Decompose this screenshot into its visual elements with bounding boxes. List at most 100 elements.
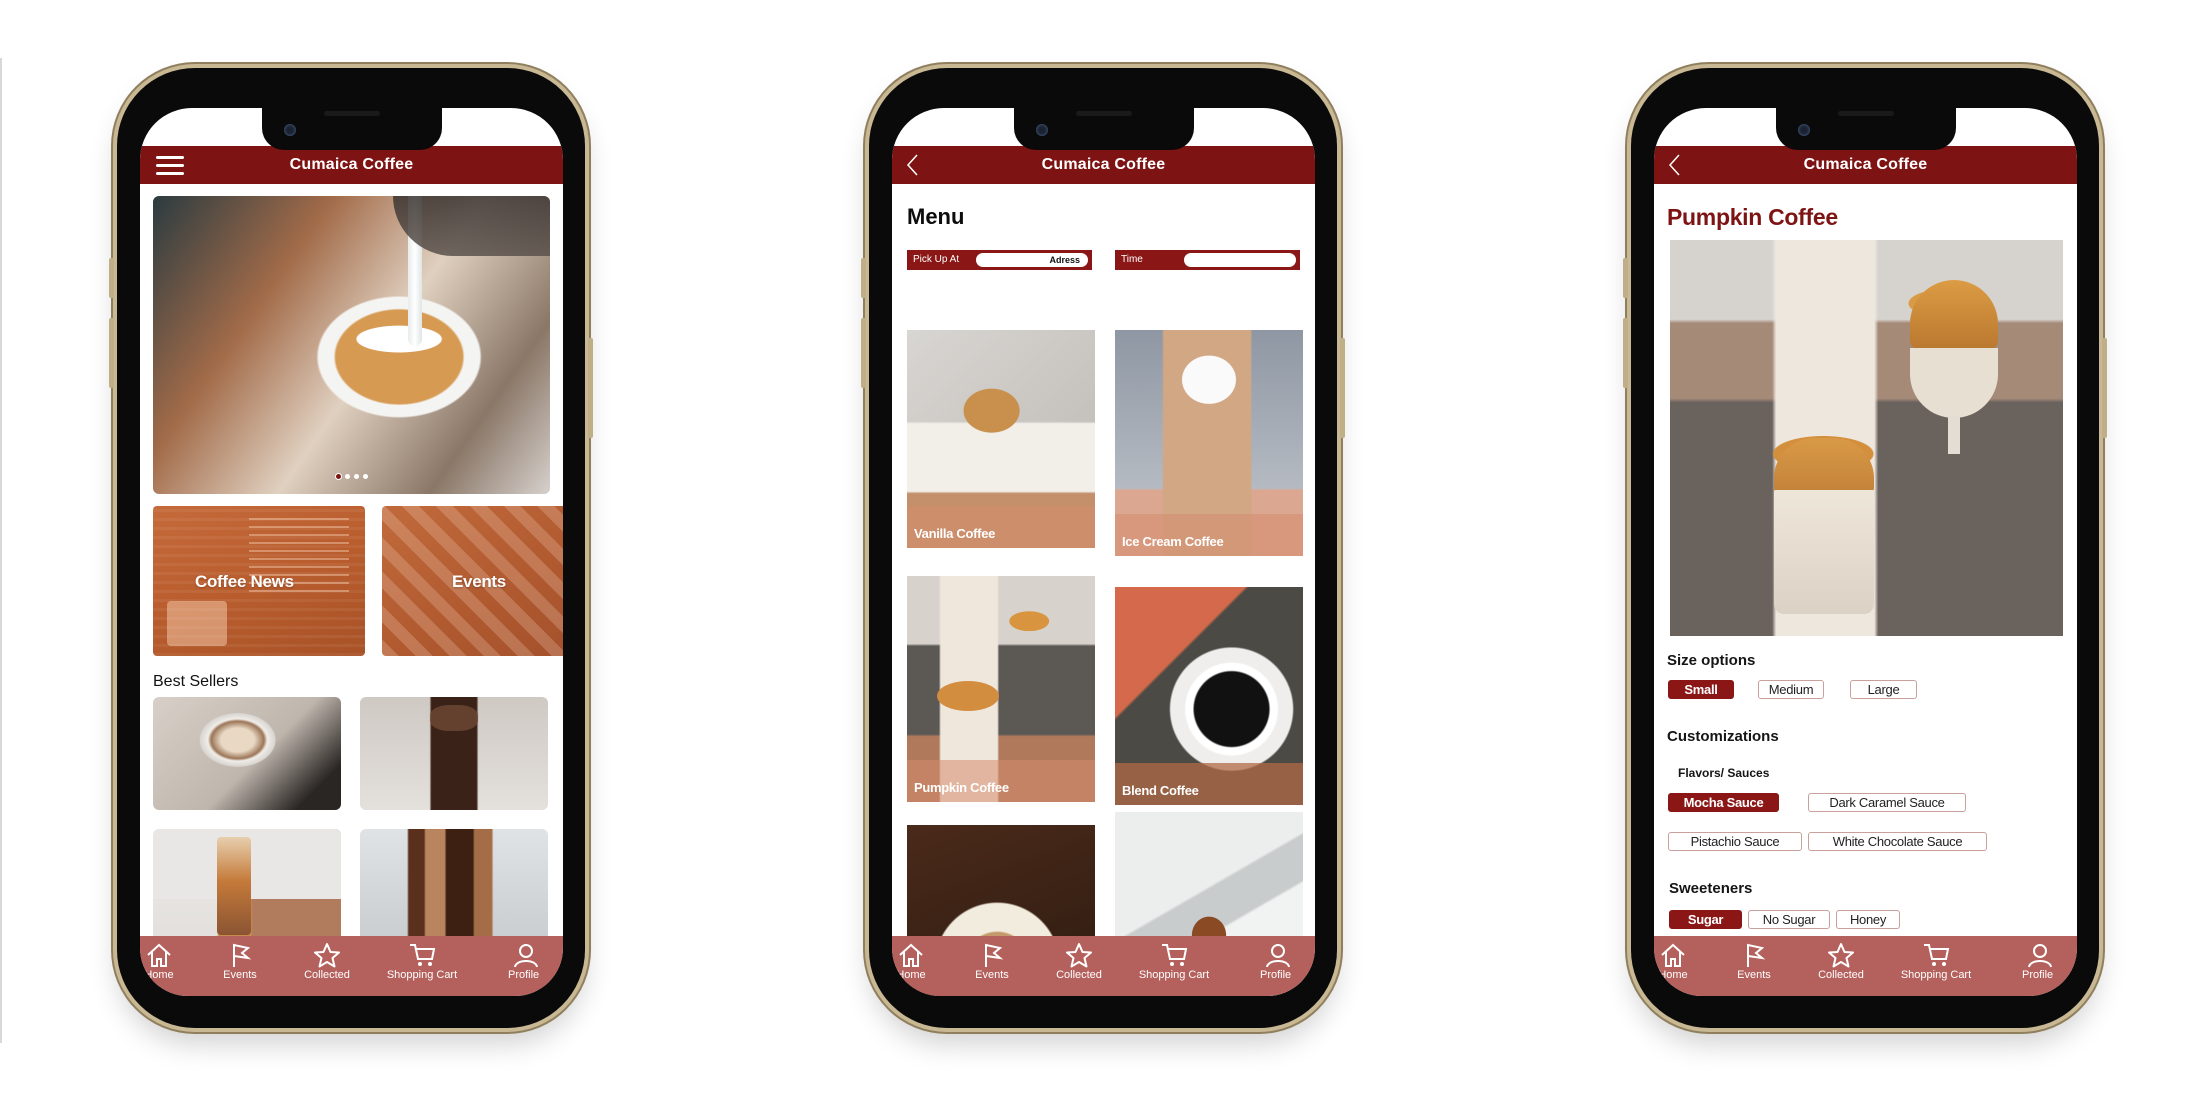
nav-shopping-cart[interactable]: Shopping Cart xyxy=(376,942,468,981)
cups xyxy=(167,601,227,646)
nav-home[interactable]: Home xyxy=(892,942,936,981)
nav-label: Profile xyxy=(2022,969,2054,981)
nav-profile[interactable]: Profile xyxy=(498,942,563,981)
nav-label: Shopping Cart xyxy=(386,969,458,981)
carousel-dot[interactable] xyxy=(362,474,368,479)
carousel-dots[interactable] xyxy=(153,466,550,484)
camera-icon xyxy=(1797,124,1810,136)
carousel-dot[interactable] xyxy=(353,474,359,479)
bottom-nav: Home Events Collected Shopping Cart Prof… xyxy=(1654,936,2077,996)
menu-item-label: Vanilla Coffee xyxy=(914,526,996,541)
flag-icon xyxy=(985,943,1004,967)
sweetener-option[interactable]: No Sugar xyxy=(1748,910,1830,929)
menu-item-card[interactable]: Ice Cream Coffee xyxy=(1115,330,1303,556)
notch xyxy=(1775,108,1956,150)
best-sellers-heading: Best Sellers xyxy=(153,673,239,690)
carousel-dot[interactable] xyxy=(344,474,350,479)
menu-item-label: Blend Coffee xyxy=(1122,783,1199,798)
nav-collected[interactable]: Collected xyxy=(292,942,362,981)
phone-side-button xyxy=(2102,338,2107,438)
time-field: Time xyxy=(1115,250,1300,270)
pickup-field: Pick Up At Adress xyxy=(907,250,1092,270)
menu-item-card[interactable]: Pumpkin Coffee xyxy=(907,576,1095,802)
user-icon xyxy=(2028,944,2052,968)
home-screen: Cumaica Coffee Coffee News Events Best S xyxy=(140,108,563,996)
nav-label: Home xyxy=(144,969,174,981)
product-image xyxy=(1670,240,2063,636)
nav-label: Shopping Cart xyxy=(1900,969,1972,981)
nav-label: Collected xyxy=(1056,969,1102,981)
best-seller-item[interactable] xyxy=(153,697,341,810)
size-option-small[interactable]: Small xyxy=(1668,680,1734,699)
nav-label: Home xyxy=(896,969,926,981)
flavor-option[interactable]: Mocha Sauce xyxy=(1668,793,1779,812)
notch xyxy=(1013,108,1194,150)
time-label: Time xyxy=(1121,254,1143,265)
sweetener-option[interactable]: Sugar xyxy=(1669,910,1742,929)
nav-shopping-cart[interactable]: Shopping Cart xyxy=(1128,942,1220,981)
bottom-nav: Home Events Collected Shopping Cart Prof… xyxy=(140,936,563,996)
coffee-news-tile[interactable]: Coffee News xyxy=(153,506,365,656)
carousel-dot[interactable] xyxy=(335,474,341,479)
sweetener-option[interactable]: Honey xyxy=(1836,910,1900,929)
camera-icon xyxy=(1035,124,1048,136)
user-icon xyxy=(1266,944,1290,968)
star-icon xyxy=(314,943,340,968)
nav-collected[interactable]: Collected xyxy=(1806,942,1876,981)
nav-events[interactable]: Events xyxy=(962,942,1022,981)
flavor-option[interactable]: Pistachio Sauce xyxy=(1668,832,1802,851)
cart-icon xyxy=(1162,944,1188,966)
nav-collected[interactable]: Collected xyxy=(1044,942,1114,981)
best-seller-item[interactable] xyxy=(360,829,548,942)
nav-profile[interactable]: Profile xyxy=(2012,942,2077,981)
customizations-heading: Customizations xyxy=(1667,728,1779,745)
menu-item-label: Pumpkin Coffee xyxy=(914,780,1009,795)
nav-shopping-cart[interactable]: Shopping Cart xyxy=(1890,942,1982,981)
app-title: Cumaica Coffee xyxy=(289,156,414,173)
flavor-option[interactable]: Dark Caramel Sauce xyxy=(1808,793,1966,812)
phone-menu: Cumaica Coffee Menu Pick Up At Adress Ti… xyxy=(861,68,1345,1028)
nav-home[interactable]: Home xyxy=(1654,942,1698,981)
cart-icon xyxy=(1924,944,1950,966)
menu-item-label: Ice Cream Coffee xyxy=(1122,534,1224,549)
tile-label: Coffee News xyxy=(195,572,294,591)
page-edge-divider xyxy=(0,58,2,1043)
pickup-label: Pick Up At xyxy=(913,254,960,265)
hero-carousel[interactable] xyxy=(153,196,550,494)
phone-side-button xyxy=(861,318,866,388)
best-seller-item[interactable] xyxy=(153,829,341,942)
size-option-large[interactable]: Large xyxy=(1850,680,1917,699)
star-icon xyxy=(1066,943,1092,968)
app-header: Cumaica Coffee xyxy=(140,146,563,184)
home-icon xyxy=(1661,943,1685,967)
flavor-option[interactable]: White Chocolate Sauce xyxy=(1808,832,1987,851)
time-input[interactable] xyxy=(1184,253,1296,267)
size-option-medium[interactable]: Medium xyxy=(1758,680,1824,699)
menu-item-card[interactable]: Blend Coffee xyxy=(1115,587,1303,805)
app-header: Cumaica Coffee xyxy=(1654,146,2077,184)
nav-label: Collected xyxy=(1818,969,1864,981)
nav-label: Events xyxy=(1737,969,1771,981)
tile-label: Events xyxy=(452,572,506,591)
cart-icon xyxy=(410,944,436,966)
best-seller-item[interactable] xyxy=(360,697,548,810)
app-title: Cumaica Coffee xyxy=(1041,156,1166,173)
home-icon xyxy=(899,943,923,967)
nav-home[interactable]: Home xyxy=(140,942,184,981)
nav-label: Profile xyxy=(508,969,540,981)
detail-screen: Cumaica Coffee Pumpkin Coffee Size optio… xyxy=(1654,108,2077,996)
nav-label: Shopping Cart xyxy=(1138,969,1210,981)
nav-events[interactable]: Events xyxy=(1724,942,1784,981)
app-title: Cumaica Coffee xyxy=(1803,156,1928,173)
nav-events[interactable]: Events xyxy=(210,942,270,981)
nav-label: Events xyxy=(223,969,257,981)
home-icon xyxy=(147,943,171,967)
nav-profile[interactable]: Profile xyxy=(1250,942,1315,981)
menu-screen: Cumaica Coffee Menu Pick Up At Adress Ti… xyxy=(892,108,1315,996)
menu-item-card[interactable]: Vanilla Coffee xyxy=(907,330,1095,548)
events-tile[interactable]: Events xyxy=(382,506,563,656)
camera-icon xyxy=(283,124,296,136)
pickup-address-input[interactable]: Adress xyxy=(976,253,1088,267)
phone-side-button xyxy=(109,318,114,388)
product-title: Pumpkin Coffee xyxy=(1667,204,1838,230)
